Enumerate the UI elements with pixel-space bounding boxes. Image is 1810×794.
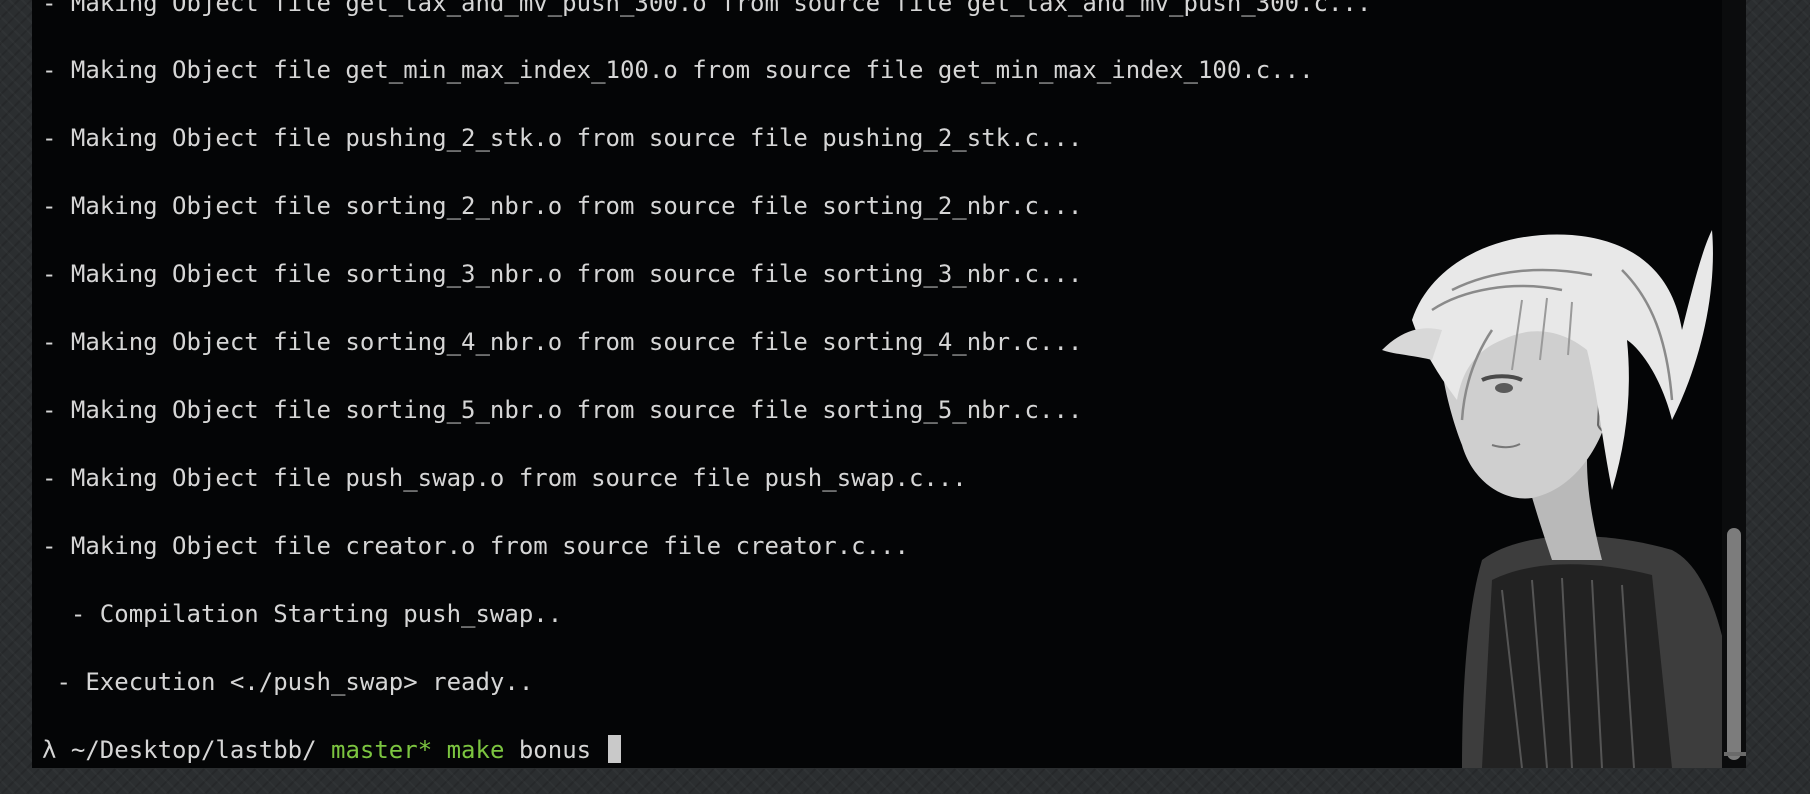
git-branch: master* [331,736,433,764]
output-line: - Making Object file get_tax_and_mv_push… [42,0,1372,17]
command-name[interactable]: make [447,736,505,764]
output-line: - Making Object file sorting_3_nbr.o fro… [42,260,1083,288]
prompt-symbol: λ [42,736,57,764]
output-line: - Making Object file get_min_max_index_1… [42,56,1314,84]
output-line: - Making Object file sorting_5_nbr.o fro… [42,396,1083,424]
output-line: - Making Object file creator.o from sour… [42,532,909,560]
text-cursor[interactable] [607,735,621,763]
terminal-output: - Making Object file get_tax_and_mv_push… [32,0,1705,768]
output-line: - Making Object file push_swap.o from so… [42,464,967,492]
output-line: - Execution <./push_swap> ready.. [42,668,534,696]
scrollbar-end-marker [1724,752,1746,756]
prompt-path: ~/Desktop/lastbb/ [70,736,317,764]
terminal-window[interactable]: - Making Object file get_tax_and_mv_push… [32,0,1745,768]
output-line: - Making Object file sorting_2_nbr.o fro… [42,192,1083,220]
scrollbar-thumb[interactable] [1727,528,1741,760]
command-prompt[interactable]: λ ~/Desktop/lastbb/ master* make bonus [42,735,621,765]
output-line: - Making Object file pushing_2_stk.o fro… [42,124,1083,152]
command-argument[interactable]: bonus [519,736,591,764]
output-line: - Compilation Starting push_swap.. [42,600,563,628]
output-line: - Making Object file sorting_4_nbr.o fro… [42,328,1083,356]
